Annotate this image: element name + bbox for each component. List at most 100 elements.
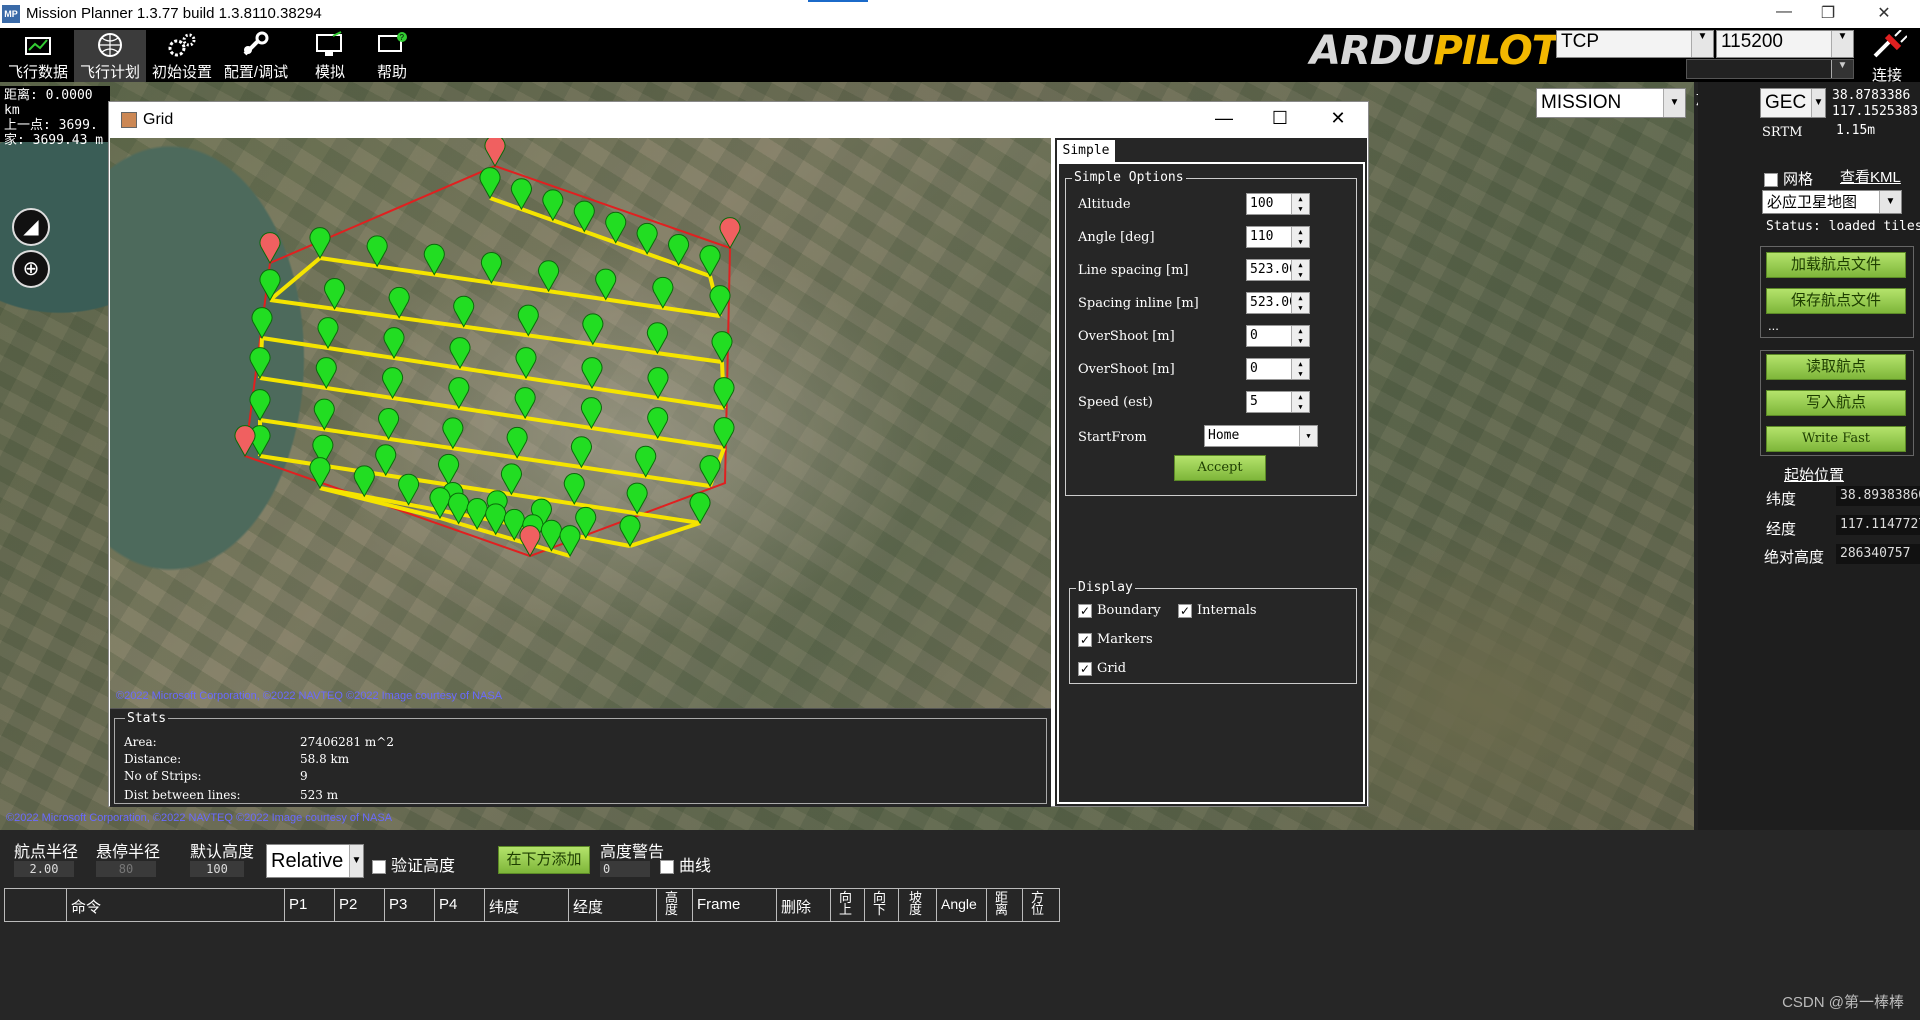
start-from-select[interactable]: Home ▼ [1204, 425, 1318, 447]
column-p3[interactable]: P3 [385, 889, 435, 921]
column-az[interactable]: 方位 [1023, 889, 1059, 921]
internals-checkbox[interactable]: ✓ Internals [1178, 603, 1257, 618]
tab-simple[interactable]: Simple [1057, 140, 1115, 162]
wp-radius-input[interactable]: 2.00 [14, 861, 74, 877]
spinner-icon[interactable]: ▲ ▼ [1291, 227, 1309, 247]
home-alt-field[interactable]: 286340757 [1836, 544, 1920, 564]
column-angle[interactable]: Angle [937, 889, 987, 921]
waypoint-marker [515, 347, 537, 380]
initial-setup-button[interactable]: 初始设置 [146, 30, 218, 82]
spinner-icon[interactable]: ▲ ▼ [1291, 194, 1309, 214]
spline-checkbox[interactable]: 曲线 [660, 852, 711, 876]
connect-button[interactable]: 连接 [1860, 29, 1914, 84]
overshoot2-input[interactable]: 0 ▲ ▼ [1246, 358, 1310, 380]
map-type-select[interactable]: 必应卫星地图 ▼ [1762, 190, 1902, 214]
column-down[interactable]: 向下 [865, 889, 899, 921]
column-p4[interactable]: P4 [435, 889, 485, 921]
config-tuning-button[interactable]: 配置/调试 [220, 30, 292, 82]
spacing-inline-input[interactable]: 523.0000 ▲ ▼ [1246, 292, 1310, 314]
column-p1[interactable]: P1 [285, 889, 335, 921]
markers-checkbox[interactable]: ✓ Markers [1078, 632, 1153, 647]
check-icon: ✓ [1078, 603, 1092, 618]
stat-distance-label: Distance: [124, 752, 182, 766]
close-icon[interactable]: ✕ [1323, 108, 1353, 132]
help-label: 帮助 [376, 64, 407, 81]
add-below-button[interactable]: 在下方添加 [498, 846, 590, 874]
home-alt-label: 绝对高度 [1764, 549, 1825, 566]
waypoint-marker [251, 307, 273, 340]
angle-input[interactable]: 110 ▲ ▼ [1246, 226, 1310, 248]
home-lat-field[interactable]: 38.89383860 [1836, 486, 1920, 506]
maximize-icon[interactable]: ☐ [1265, 108, 1295, 132]
column-grade[interactable]: 坡度 [899, 889, 937, 921]
waypoint-marker [581, 357, 603, 390]
waypoint-marker [398, 473, 420, 506]
boundary-checkbox[interactable]: ✓ Boundary [1078, 603, 1161, 618]
help-button[interactable]: ? 帮助 [356, 30, 428, 82]
spinner-icon[interactable]: ▲ ▼ [1291, 326, 1309, 346]
verify-height-checkbox[interactable]: 验证高度 [372, 852, 455, 876]
spinner-icon[interactable]: ▲ ▼ [1291, 260, 1309, 280]
home-lng-field[interactable]: 117.1147727 [1836, 515, 1920, 535]
column-command[interactable]: 命令 [67, 889, 285, 921]
stat-strips: No of Strips: 9 [124, 769, 308, 783]
altitude-input[interactable]: 100 ▲ ▼ [1246, 193, 1310, 215]
stat-line-dist: Dist between lines: 523 m [124, 788, 338, 802]
connection-extra-select[interactable]: ▼ [1686, 59, 1854, 79]
column-lat[interactable]: 纬度 [485, 889, 569, 921]
alt-warning-input[interactable]: 0 [600, 861, 650, 877]
alt-mode-select[interactable]: Relative ▼ [266, 844, 364, 878]
speed-input[interactable]: 5 ▲ ▼ [1246, 391, 1310, 413]
flight-data-button[interactable]: 飞行数据 [2, 30, 74, 82]
save-waypoints-button[interactable]: 保存航点文件 [1766, 288, 1906, 314]
zoom-in-icon[interactable]: ⊕ [12, 250, 50, 288]
waypoint-marker [517, 304, 539, 337]
waypoint-marker [709, 285, 731, 318]
waypoint-marker [699, 455, 721, 488]
column-frame[interactable]: Frame [693, 889, 777, 921]
view-kml-link[interactable]: 查看KML [1840, 166, 1901, 187]
coord-type-select[interactable]: GEC ▼ [1760, 88, 1826, 118]
load-waypoints-button[interactable]: 加载航点文件 [1766, 252, 1906, 278]
column-up[interactable]: 向上 [831, 889, 865, 921]
minimize-icon[interactable]: — [1209, 108, 1239, 132]
mode-select[interactable]: MISSION ▼ [1536, 88, 1686, 118]
check-icon: ✓ [1078, 632, 1092, 647]
column-dist[interactable]: 距离 [987, 889, 1023, 921]
spinner-icon[interactable]: ▲ ▼ [1291, 359, 1309, 379]
read-waypoints-button[interactable]: 读取航点 [1766, 354, 1906, 380]
restore-icon[interactable]: ❐ [1808, 3, 1848, 25]
close-icon[interactable]: ✕ [1864, 3, 1904, 25]
grid-preview-map[interactable]: ©2022 Microsoft Corporation, ©2022 NAVTE… [110, 138, 1051, 708]
waypoint-marker [442, 417, 464, 450]
loiter-radius-input[interactable]: 80 [96, 861, 156, 877]
mode-value: MISSION [1541, 92, 1622, 113]
line-spacing-input[interactable]: 523.0000 ▲ ▼ [1246, 259, 1310, 281]
spinner-icon[interactable]: ▲ ▼ [1291, 293, 1309, 313]
default-alt-input[interactable]: 100 [190, 861, 244, 877]
accept-button[interactable]: Accept [1174, 455, 1266, 481]
flight-plan-button[interactable]: 飞行计划 [74, 30, 146, 82]
angle-label: Angle [deg] [1078, 230, 1155, 245]
ruler-icon[interactable]: ◢ [12, 208, 50, 246]
grid-checkbox[interactable]: 网格 [1764, 168, 1813, 189]
overshoot1-label: OverShoot [m] [1078, 329, 1175, 344]
loiter-radius-label: 悬停半径 [96, 844, 161, 861]
waypoint-marker [626, 482, 648, 515]
port-select[interactable]: TCP ▼ [1556, 30, 1714, 58]
watermark: CSDN @第一棒棒 [1782, 994, 1904, 1011]
grid-display-checkbox[interactable]: ✓ Grid [1078, 661, 1126, 676]
write-fast-button[interactable]: Write Fast [1766, 426, 1906, 452]
overshoot1-input[interactable]: 0 ▲ ▼ [1246, 325, 1310, 347]
minimize-icon[interactable]: — [1764, 3, 1804, 25]
column-alt[interactable]: 高度 [657, 889, 693, 921]
column-delete[interactable]: 删除 [777, 889, 831, 921]
baud-select[interactable]: 115200 ▼ [1716, 30, 1854, 58]
window-title: Mission Planner 1.3.77 build 1.3.8110.38… [26, 5, 322, 22]
spinner-icon[interactable]: ▲ ▼ [1291, 392, 1309, 412]
column-p2[interactable]: P2 [335, 889, 385, 921]
home-location-link[interactable]: 起始位置 [1784, 464, 1844, 485]
write-waypoints-button[interactable]: 写入航点 [1766, 390, 1906, 416]
column-lng[interactable]: 经度 [569, 889, 657, 921]
map-copyright: ©2022 Microsoft Corporation, ©2022 NAVTE… [6, 812, 393, 824]
